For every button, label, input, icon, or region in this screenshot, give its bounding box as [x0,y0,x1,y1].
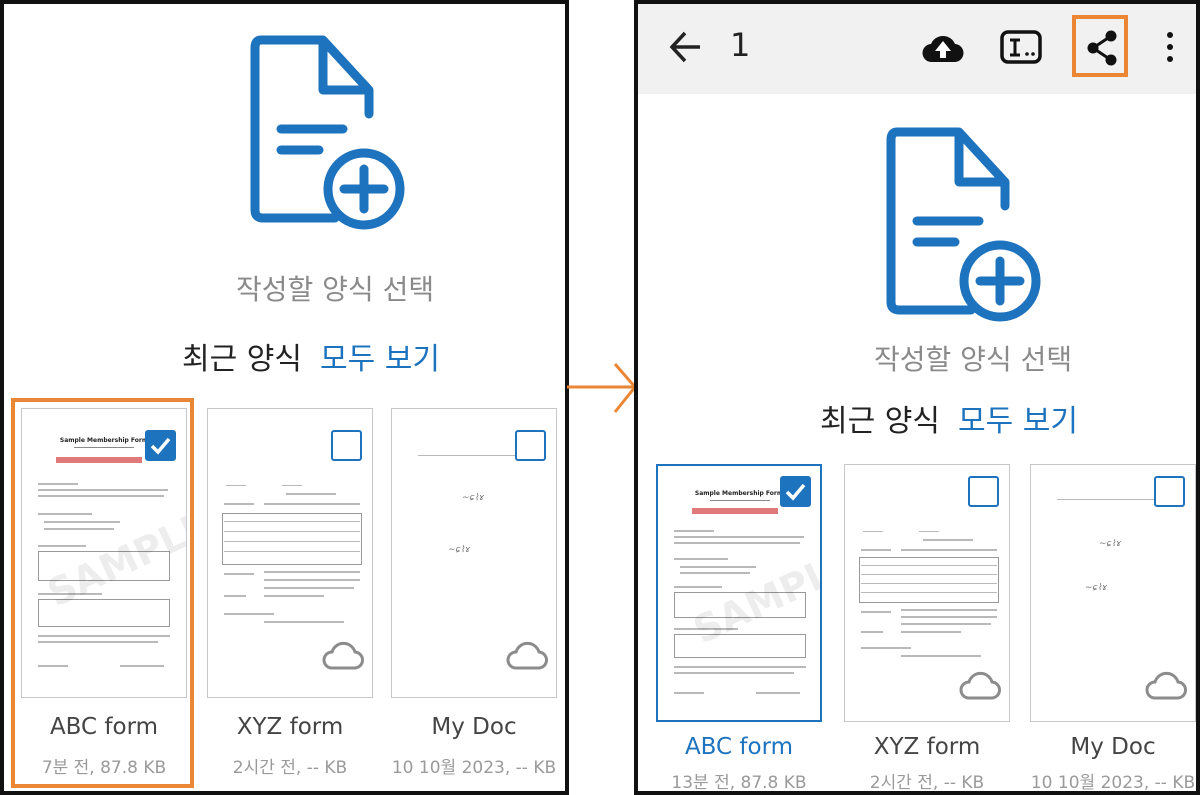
selection-toolbar: 1 [638,4,1196,94]
cloud-upload-icon[interactable] [922,30,964,64]
selection-checkbox[interactable] [515,430,546,461]
screen-before: 작성할 양식 선택 최근 양식 모두 보기 Sample Membership … [0,0,569,795]
rename-icon[interactable] [1000,30,1042,64]
cloud-icon [506,642,548,670]
recent-forms-label: 최근 양식 [820,404,940,439]
recent-forms-label: 최근 양식 [182,342,302,377]
form-card-mydoc[interactable]: ∼ɕ⌇ɤ ∼ɕ⌇ɤ My Doc 10 10월 2023, -- KB [1030,464,1196,793]
share-button-highlight [1072,15,1128,77]
cloud-icon [959,672,1001,700]
form-meta: 2시간 전, -- KB [232,758,348,778]
form-name: My Doc [431,714,517,740]
more-vert-icon[interactable] [1164,30,1176,66]
selection-checkbox[interactable] [331,430,362,461]
transition-arrow-icon [567,363,637,413]
form-meta: 13분 전, 87.8 KB [671,773,807,793]
form-name: My Doc [1070,734,1156,760]
form-card-mydoc[interactable]: ∼ɕ⌇ɤ ∼ɕ⌇ɤ My Doc 10 10월 2023, -- KB [391,408,557,788]
selected-card-highlight [11,398,194,788]
form-name: ABC form [684,734,794,760]
form-card-xyz[interactable]: XYZ form 2시간 전, -- KB [844,464,1010,793]
select-form-prompt: 작성할 양식 선택 [236,273,435,306]
new-form-icon[interactable] [883,126,1045,326]
selection-checkbox[interactable] [780,476,811,507]
checkmark-icon [785,483,806,501]
selection-checkbox[interactable] [968,476,999,507]
back-arrow-icon[interactable] [668,30,704,64]
view-all-link[interactable]: 모두 보기 [958,396,1078,440]
form-meta: 10 10월 2023, -- KB [1030,773,1196,793]
selection-checkbox[interactable] [1154,476,1185,507]
new-form-icon[interactable] [247,34,409,234]
view-all-link[interactable]: 모두 보기 [320,334,440,378]
form-meta: 2시간 전, -- KB [869,773,985,793]
cloud-icon [322,642,364,670]
selected-count: 1 [730,26,751,64]
form-card-xyz[interactable]: XYZ form 2시간 전, -- KB [207,408,373,788]
form-card-abc[interactable]: Sample Membership Form SAMPLE ABC form 1… [656,464,822,793]
form-name: XYZ form [873,734,981,760]
screen-after: 1 작성할 양식 선택 최근 양식 모두 보기 Sample Membershi… [634,0,1200,795]
form-meta: 10 10월 2023, -- KB [391,758,557,778]
form-name: XYZ form [236,714,344,740]
select-form-prompt: 작성할 양식 선택 [874,343,1073,376]
cloud-icon [1145,672,1187,700]
